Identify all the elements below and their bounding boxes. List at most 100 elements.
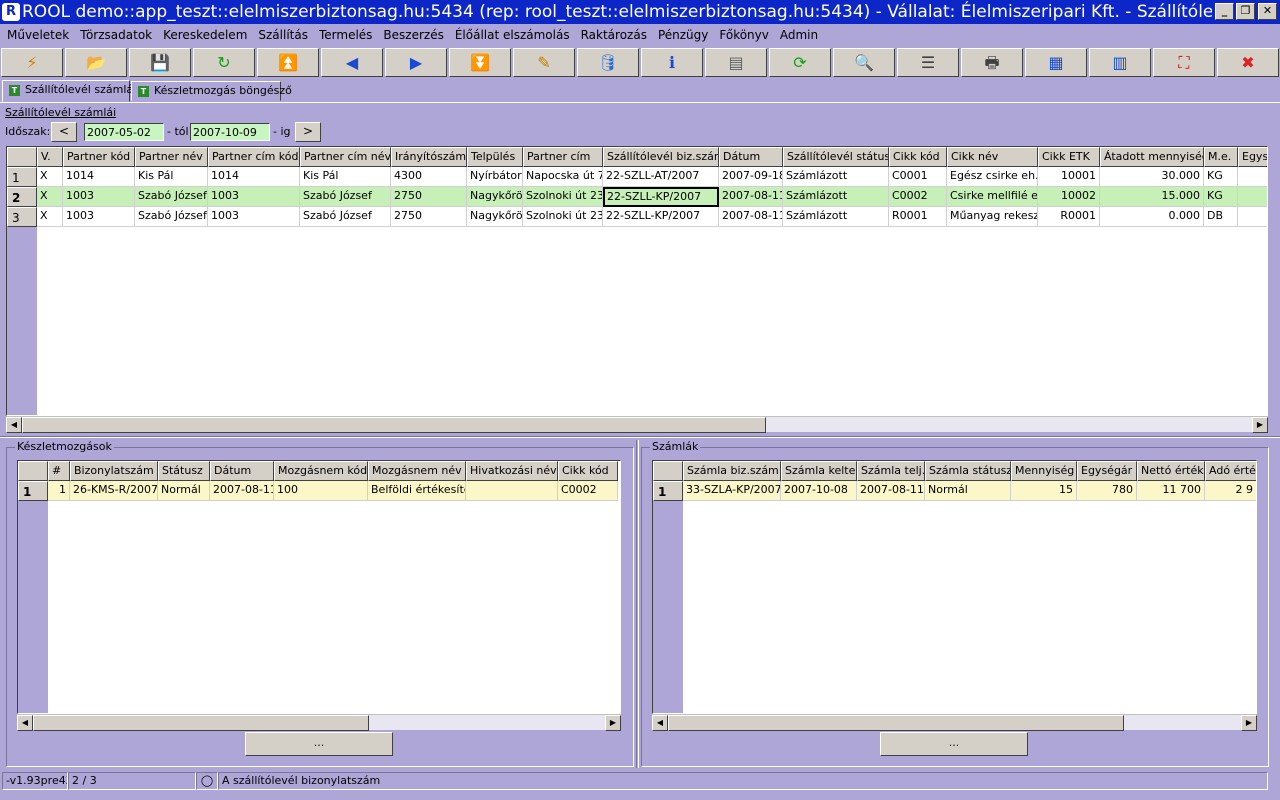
table-cell[interactable]: [1238, 187, 1267, 207]
table-cell[interactable]: Műanyag rekesz: [947, 207, 1038, 227]
table-cell[interactable]: Szabó József: [135, 207, 208, 227]
column-header[interactable]: Számla telj.: [857, 461, 925, 481]
table-cell[interactable]: 22-SZLL-KP/2007: [603, 187, 719, 207]
menu-item-2[interactable]: Kereskedelem: [159, 24, 251, 46]
table-cell[interactable]: 10001: [1038, 167, 1100, 187]
menu-item-3[interactable]: Szállítás: [254, 24, 312, 46]
minimize-button[interactable]: _: [1215, 3, 1234, 20]
table-cell[interactable]: Szabó József: [135, 187, 208, 207]
menu-item-10[interactable]: Admin: [776, 24, 822, 46]
table-cell[interactable]: 2007-08-11: [719, 207, 783, 227]
scroll-left-icon[interactable]: ◀: [17, 715, 33, 731]
szamlak-grid[interactable]: Számla biz.szám Számla kelte Számla telj. S…: [652, 460, 1257, 714]
toolbar-button-5[interactable]: ◀: [321, 48, 383, 77]
table-cell[interactable]: 2007-08-11: [857, 481, 925, 501]
table-cell[interactable]: 2007-08-11: [719, 187, 783, 207]
table-cell[interactable]: KG: [1204, 167, 1238, 187]
column-header[interactable]: Cikk név: [947, 147, 1038, 167]
table-cell[interactable]: Nagykőrös: [467, 207, 523, 227]
table-cell[interactable]: 2007-09-18: [719, 167, 783, 187]
table-cell[interactable]: 15: [1011, 481, 1077, 501]
column-header[interactable]: Szállítólevél státusz: [783, 147, 889, 167]
column-header[interactable]: Átadott mennyiség: [1100, 147, 1204, 167]
menu-item-7[interactable]: Raktározás: [577, 24, 651, 46]
table-cell[interactable]: X: [37, 167, 63, 187]
scroll-thumb[interactable]: [33, 715, 369, 731]
table-cell[interactable]: 30.000: [1100, 167, 1204, 187]
column-header[interactable]: Egys: [1238, 147, 1267, 167]
scroll-right-icon[interactable]: ▶: [1252, 417, 1268, 433]
column-header[interactable]: Adó érték: [1205, 461, 1256, 481]
table-cell[interactable]: Nyírbátor: [467, 167, 523, 187]
table-cell[interactable]: X: [37, 187, 63, 207]
scroll-thumb[interactable]: [22, 417, 766, 433]
table-cell[interactable]: Belföldi értékesítés: [368, 481, 466, 501]
sz-grid-hscrollbar[interactable]: ◀ ▶: [652, 714, 1257, 731]
toolbar-button-6[interactable]: ▶: [385, 48, 447, 77]
table-cell[interactable]: Számlázott: [783, 207, 889, 227]
toolbar-button-8[interactable]: ✎: [513, 48, 575, 77]
toolbar-button-1[interactable]: 📂: [65, 48, 127, 77]
column-header[interactable]: Számla kelte: [781, 461, 857, 481]
column-header[interactable]: Mozgásnem név: [368, 461, 466, 481]
table-cell[interactable]: X: [37, 207, 63, 227]
table-cell[interactable]: 2007-08-11: [210, 481, 274, 501]
table-cell[interactable]: R0001: [889, 207, 947, 227]
table-row[interactable]: X 1014 Kis Pál 1014 Kis Pál 4300 Nyírbátor Napo…: [7, 167, 1267, 187]
menu-item-6[interactable]: Élőállat elszámolás: [451, 24, 574, 46]
table-cell[interactable]: Napocska út 7.: [523, 167, 603, 187]
toolbar-button-3[interactable]: ↻: [193, 48, 255, 77]
table-cell[interactable]: C0001: [889, 167, 947, 187]
column-header[interactable]: Partner cím kód: [208, 147, 300, 167]
main-grid-hscrollbar[interactable]: ◀ ▶: [6, 416, 1268, 433]
column-header[interactable]: Cikk ETK: [1038, 147, 1100, 167]
menu-item-9[interactable]: Főkönyv: [715, 24, 773, 46]
table-cell[interactable]: 33-SZLA-KP/2007: [683, 481, 781, 501]
table-cell[interactable]: 22-SZLL-KP/2007: [603, 207, 719, 227]
table-cell[interactable]: Számlázott: [783, 167, 889, 187]
toolbar-button-15[interactable]: 🖶: [961, 48, 1023, 77]
table-cell[interactable]: C0002: [558, 481, 618, 501]
column-header[interactable]: Cikk kód: [889, 147, 947, 167]
table-cell[interactable]: Szolnoki út 23.: [523, 207, 603, 227]
column-header[interactable]: Hivatkozási név: [466, 461, 558, 481]
table-cell[interactable]: 26-KMS-R/2007: [70, 481, 158, 501]
toolbar-button-12[interactable]: ⟳: [769, 48, 831, 77]
column-header[interactable]: Dátum: [210, 461, 274, 481]
keszletmozgasok-grid[interactable]: # Bizonylatszám Státusz Dátum Mozgásnem kód M…: [17, 460, 621, 714]
table-cell[interactable]: 780: [1077, 481, 1137, 501]
table-cell[interactable]: [1238, 207, 1267, 227]
scroll-right-icon[interactable]: ▶: [1241, 715, 1257, 731]
column-header[interactable]: V.: [37, 147, 63, 167]
table-cell[interactable]: R0001: [1038, 207, 1100, 227]
column-header[interactable]: Partner név: [135, 147, 208, 167]
km-grid-hscrollbar[interactable]: ◀ ▶: [17, 714, 621, 731]
table-cell[interactable]: Csirke mellfilé eh.: [947, 187, 1038, 207]
table-cell[interactable]: 1003: [208, 207, 300, 227]
table-cell[interactable]: [466, 481, 558, 501]
scroll-left-icon[interactable]: ◀: [652, 715, 668, 731]
table-row[interactable]: X 1003 Szabó József 1003 Szabó József 2750 Nag…: [7, 207, 1267, 227]
column-header[interactable]: Számla biz.szám: [683, 461, 781, 481]
menu-item-8[interactable]: Pénzügy: [654, 24, 712, 46]
column-header[interactable]: Dátum: [719, 147, 783, 167]
toolbar-button-2[interactable]: 💾: [129, 48, 191, 77]
restore-button[interactable]: ❐: [1236, 3, 1255, 20]
toolbar-button-17[interactable]: ▥: [1089, 48, 1151, 77]
menu-item-0[interactable]: Műveletek: [3, 24, 73, 46]
table-cell[interactable]: 2007-10-08: [781, 481, 857, 501]
period-prev-button[interactable]: <: [51, 122, 77, 142]
table-cell[interactable]: 2 9: [1205, 481, 1256, 501]
table-cell[interactable]: Szabó József: [300, 187, 391, 207]
table-row[interactable]: 33-SZLA-KP/2007 2007-10-08 2007-08-11 Normá…: [653, 481, 1256, 501]
close-window-button[interactable]: ✕: [1258, 3, 1277, 20]
scroll-left-icon[interactable]: ◀: [6, 417, 22, 433]
splitter[interactable]: [0, 436, 1280, 438]
table-cell[interactable]: 1: [48, 481, 70, 501]
vertical-splitter[interactable]: [636, 440, 639, 768]
column-header[interactable]: Partner cím: [523, 147, 603, 167]
period-next-button[interactable]: >: [295, 122, 321, 142]
table-row[interactable]: X 1003 Szabó József 1003 Szabó József 2750 Nag…: [7, 187, 1267, 207]
column-header[interactable]: Cikk kód: [558, 461, 618, 481]
column-header[interactable]: Partner cím név: [300, 147, 391, 167]
